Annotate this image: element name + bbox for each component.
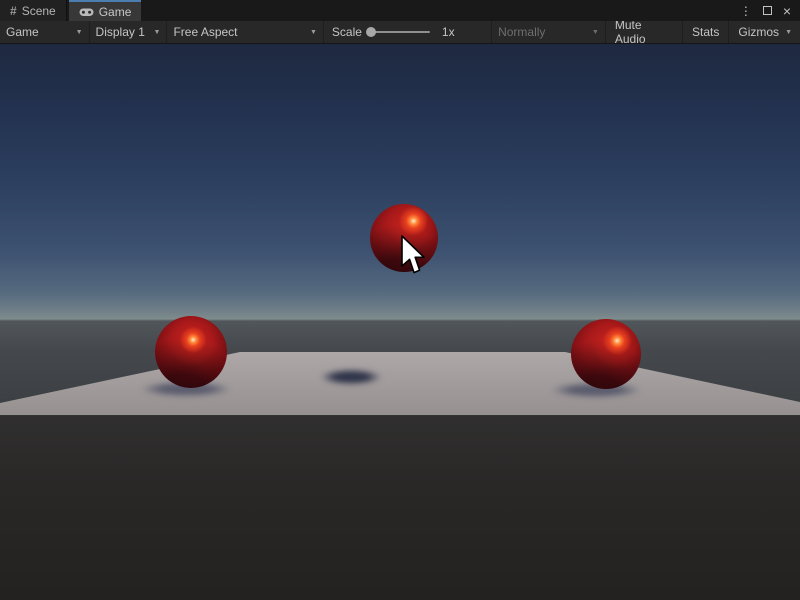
window-controls: ⋮ × (740, 0, 800, 21)
game-mode-dropdown[interactable]: Game ▼ (0, 21, 90, 43)
scale-value: 1x (442, 25, 455, 39)
game-viewport[interactable] (0, 44, 800, 600)
tab-scene[interactable]: # Scene (0, 0, 67, 21)
chevron-down-icon: ▼ (310, 29, 317, 36)
scale-slider-thumb[interactable] (366, 27, 376, 37)
tab-game-label: Game (99, 5, 132, 19)
mute-audio-button[interactable]: Mute Audio (606, 21, 683, 43)
sphere-left (155, 316, 227, 388)
sphere-shadow (320, 369, 382, 385)
tab-scene-label: Scene (22, 4, 56, 18)
scale-slider[interactable] (368, 31, 430, 33)
ground-plane (0, 352, 800, 415)
sphere-right (571, 319, 641, 389)
scale-control: Scale 1x (324, 21, 491, 43)
kebab-menu-icon[interactable]: ⋮ (740, 4, 752, 18)
chevron-down-icon: ▼ (76, 29, 83, 36)
stats-button[interactable]: Stats (683, 21, 729, 43)
game-mode-label: Game (6, 25, 39, 39)
close-icon[interactable]: × (783, 6, 791, 16)
grid-icon: # (10, 4, 17, 18)
display-label: Display 1 (96, 25, 145, 39)
gizmos-dropdown[interactable]: Gizmos ▼ (729, 21, 800, 43)
display-dropdown[interactable]: Display 1 ▼ (90, 21, 168, 43)
chevron-down-icon: ▼ (154, 29, 161, 36)
aspect-label: Free Aspect (173, 25, 237, 39)
play-focus-dropdown[interactable]: Normally ▼ (491, 21, 606, 43)
chevron-down-icon: ▼ (785, 29, 792, 36)
game-view-toolbar: Game ▼ Display 1 ▼ Free Aspect ▼ Scale 1… (0, 21, 800, 44)
tab-bar: # Scene Game ⋮ × (0, 0, 800, 21)
play-focus-label: Normally (498, 25, 545, 39)
maximize-icon[interactable] (763, 6, 772, 15)
gizmos-label: Gizmos (738, 25, 779, 39)
aspect-ratio-dropdown[interactable]: Free Aspect ▼ (167, 21, 323, 43)
chevron-down-icon: ▼ (592, 29, 599, 36)
mouse-cursor (401, 235, 427, 279)
unity-game-view-window: # Scene Game ⋮ × Game ▼ Display 1 (0, 0, 800, 600)
tab-game[interactable]: Game (69, 0, 142, 21)
stats-label: Stats (692, 25, 719, 39)
scale-label: Scale (332, 25, 362, 39)
gamepad-icon (79, 7, 94, 17)
mute-audio-label: Mute Audio (615, 18, 673, 46)
